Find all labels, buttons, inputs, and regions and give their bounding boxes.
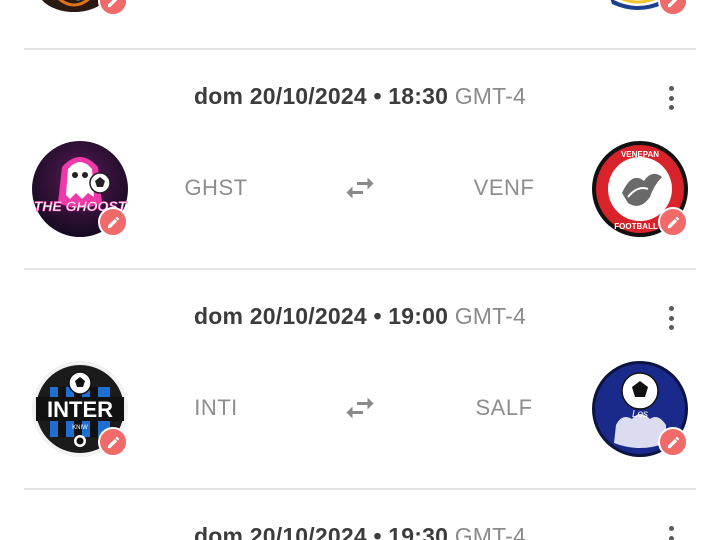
- timezone-label: GMT-4: [454, 523, 526, 540]
- away-team-abbr: SALF: [475, 395, 533, 420]
- match-menu-button[interactable]: [660, 526, 682, 540]
- away-team-logo[interactable]: Los: [592, 361, 688, 457]
- timezone-label: GMT-4: [454, 83, 526, 109]
- svg-text:KNIW: KNIW: [72, 425, 88, 431]
- more-vert-icon: [668, 86, 674, 91]
- match-datetime: dom 20/10/2024 • 18:30 GMT-4: [194, 83, 526, 109]
- home-team-logo[interactable]: INTER KNIW: [32, 361, 128, 457]
- match-menu-button[interactable]: [660, 306, 682, 330]
- match-card-partial-top: [0, 0, 720, 50]
- match-datetime: dom 20/10/2024 • 19:30 GMT-4: [0, 523, 720, 540]
- pencil-icon: [107, 436, 119, 448]
- pencil-icon: [107, 216, 119, 228]
- swap-teams-button[interactable]: [342, 390, 378, 426]
- more-vert-icon: [668, 526, 674, 531]
- swap-horiz-icon: [346, 397, 374, 419]
- svg-text:VENEPAN: VENEPAN: [621, 150, 659, 159]
- home-team-abbr: INTI: [194, 395, 238, 420]
- match-card: dom 20/10/2024 • 18:30 GMT-4 THE GHOOST …: [0, 50, 720, 270]
- match-card: dom 20/10/2024 • 19:00 GMT-4 INTER KNIW …: [0, 270, 720, 490]
- pencil-icon: [667, 436, 679, 448]
- timezone-label: GMT-4: [454, 303, 526, 329]
- svg-text:Los: Los: [632, 409, 648, 420]
- edit-home-logo-button[interactable]: [98, 207, 128, 237]
- edit-away-logo-button[interactable]: [658, 0, 688, 16]
- pencil-icon: [667, 216, 679, 228]
- home-team-abbr: GHST: [184, 175, 248, 200]
- match-datetime: dom 20/10/2024 • 19:00 GMT-4: [194, 303, 526, 329]
- swap-teams-button[interactable]: [342, 170, 378, 206]
- svg-text:INTER: INTER: [47, 397, 113, 422]
- away-team-logo[interactable]: VENEPAN FOOTBALL C: [592, 141, 688, 237]
- edit-away-logo-button[interactable]: [658, 207, 688, 237]
- pencil-icon: [107, 0, 117, 7]
- edit-away-logo-button[interactable]: [658, 427, 688, 457]
- edit-home-logo-button[interactable]: [98, 427, 128, 457]
- home-team-logo[interactable]: THE GHOOST: [32, 141, 128, 237]
- swap-horiz-icon: [346, 177, 374, 199]
- more-vert-icon: [668, 306, 674, 311]
- match-card: dom 20/10/2024 • 19:30 GMT-4: [0, 490, 720, 540]
- match-menu-button[interactable]: [660, 86, 682, 110]
- pencil-icon: [667, 0, 677, 7]
- away-team-abbr: VENF: [473, 175, 535, 200]
